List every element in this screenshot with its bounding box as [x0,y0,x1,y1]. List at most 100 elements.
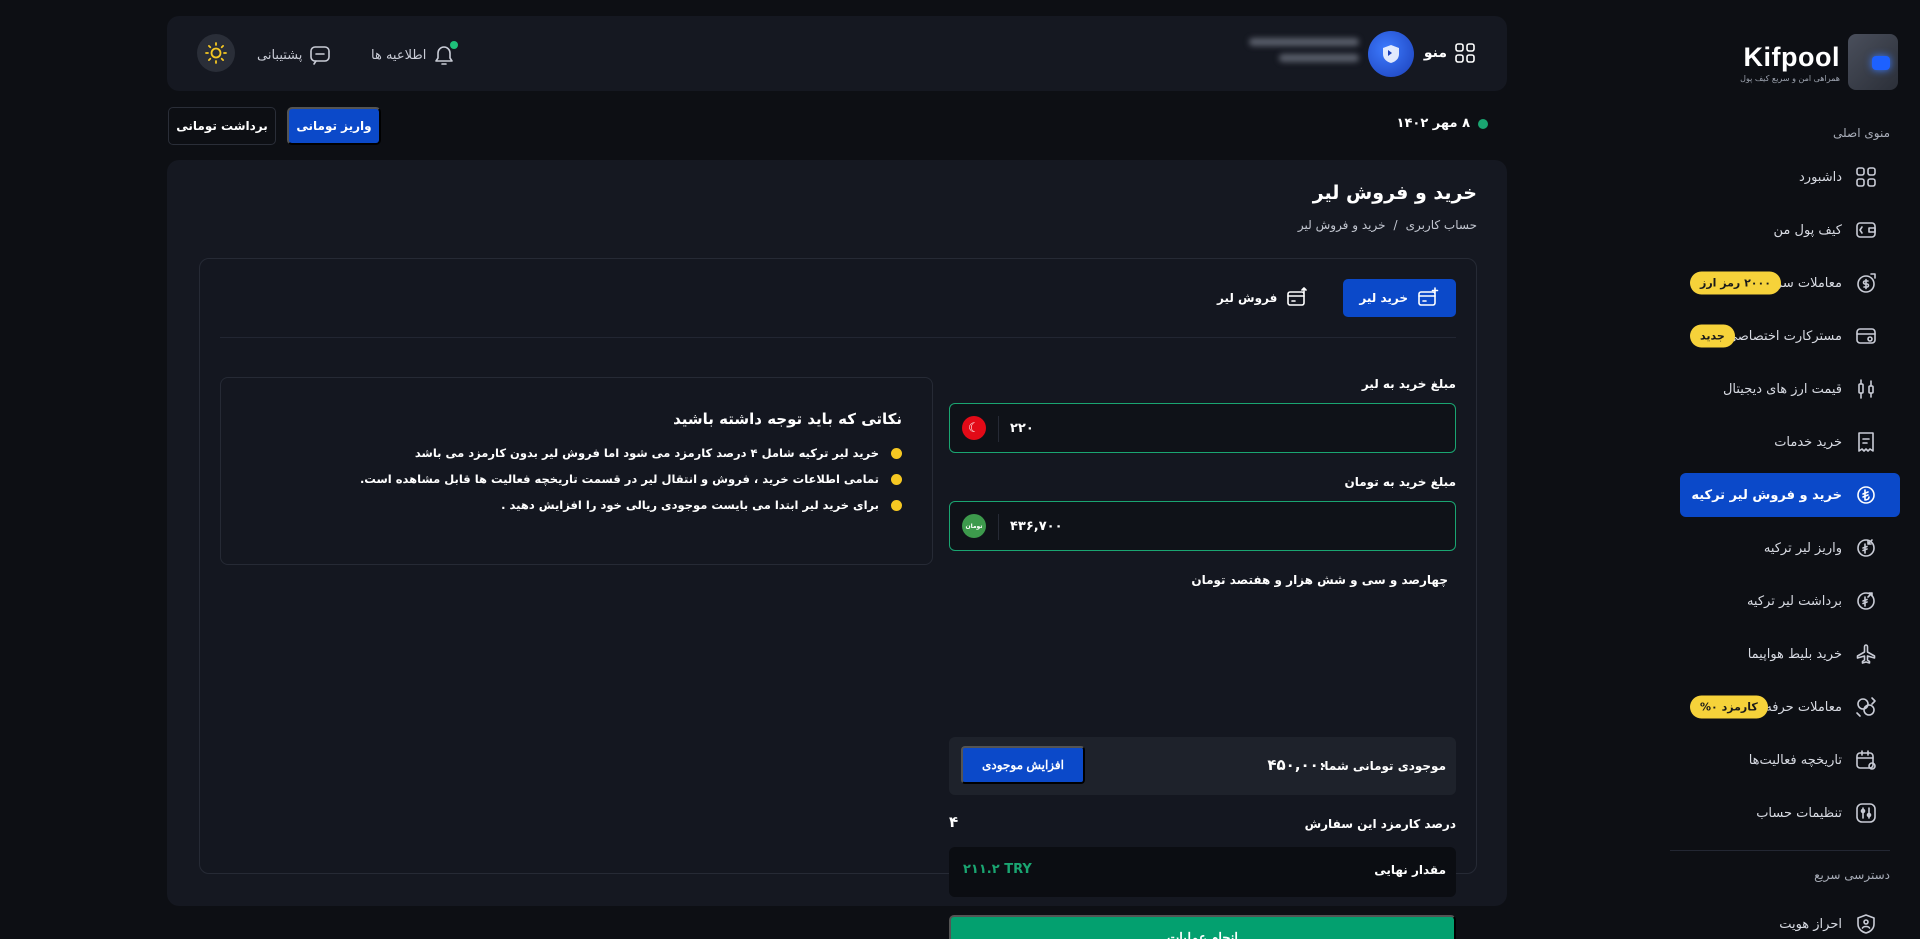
sidebar-item-lira-deposit[interactable]: واریز لیر ترکیه [1680,526,1900,570]
balance-box: موجودی تومانی شما: ۴۵۰,۰۰۰ افزایش موجودی [949,737,1456,795]
dollar-swap-icon [1854,271,1878,295]
card-upload-icon [1287,287,1308,306]
theme-toggle-button[interactable] [197,34,235,72]
chat-icon [310,46,331,65]
avatar[interactable] [1368,31,1414,77]
menu-label: منو [1423,45,1447,61]
sidebar-item-label: کیف پول من [1773,222,1842,238]
submit-label: انجام عملیات [1167,930,1238,939]
airplane-icon [1854,642,1878,666]
tab-sell-lira[interactable]: فروش لیر [1201,279,1325,317]
top-bar: منو پشتیبانی اطلاعیه ها [167,16,1507,91]
sidebar-item-pro-trade[interactable]: معاملات حرفه‌ای کارمزد ۰% [1680,685,1900,729]
sidebar-divider [1670,850,1890,851]
current-date: ۸ مهر ۱۴۰۲ [1396,116,1470,131]
settings-icon [1854,801,1878,825]
final-amount-label: مقدار نهایی [1374,863,1446,877]
note-text: تمامی اطلاعات خرید ، فروش و انتقال لیر د… [359,472,879,486]
sidebar-item-flight[interactable]: خرید بلیط هواپیما [1680,632,1900,676]
list-item: برای خرید لیر ابتدا می بایست موجودی ریال… [360,498,902,512]
amount-in-words: چهارصد و سی و شش هزار و هفتصد تومان [1191,573,1448,587]
brand-tagline: همراهی امن و سریع کیف پول [1740,74,1840,83]
toman-amount-field[interactable]: تومان [949,501,1456,551]
sidebar-item-mastercard[interactable]: مسترکارت اختصاصی جدید [1680,314,1900,358]
main-panel: خرید و فروش لیر حساب کاربری / خرید و فرو… [167,160,1507,939]
sidebar-item-label: مسترکارت اختصاصی [1726,328,1842,344]
sidebar-item-kyc[interactable]: احراز هویت [1680,904,1900,939]
card-icon [1854,324,1878,348]
final-amount-box: مقدار نهایی ۲۱۱.۲ TRY [949,847,1456,897]
brand-logo[interactable]: Kifpool همراهی امن و سریع کیف پول [1740,34,1898,94]
sidebar-section-quick: دسترسی سریع [1814,868,1890,882]
lira-amount-field[interactable] [949,403,1456,453]
page-title: خرید و فروش لیر [1312,182,1477,204]
calendar-icon [1854,748,1878,772]
pro-trade-icon [1854,695,1878,719]
sidebar: Kifpool همراهی امن و سریع کیف پول منوی ا… [1630,0,1920,939]
increase-balance-button[interactable]: افزایش موجودی [961,746,1085,784]
sidebar-item-wallet[interactable]: کیف پول من [1680,208,1900,252]
menu-button[interactable]: منو [1424,41,1477,65]
note-text: برای خرید لیر ابتدا می بایست موجودی ریال… [501,498,879,512]
lira-out-icon [1854,589,1878,613]
buy-form: مبلغ خرید به لیر مبلغ خرید به تومان توما… [949,377,1456,939]
sidebar-item-label: احراز هویت [1779,916,1842,932]
note-text: خرید لیر ترکیه شامل ۴ درصد کارمزد می شود… [414,446,879,460]
sidebar-item-history[interactable]: تاریخچه فعالیت‌ها [1680,738,1900,782]
submit-order-button[interactable]: انجام عملیات [949,915,1456,939]
breadcrumb-account[interactable]: حساب کاربری [1406,218,1477,232]
sidebar-item-crypto-prices[interactable]: قیمت ارز های دیجیتال [1680,367,1900,411]
sidebar-item-label: برداشت لیر ترکیه [1746,593,1842,609]
sun-icon [205,42,227,64]
crypto-count-badge: ۲۰۰۰ رمز ارز [1690,271,1781,295]
balance-value: ۴۵۰,۰۰۰ [1267,756,1328,774]
receipt-icon [1854,430,1878,454]
toman-withdraw-button[interactable]: برداشت تومانی [168,107,276,145]
breadcrumb: حساب کاربری / خرید و فروش لیر [1298,218,1477,232]
final-amount-value: ۲۱۱.۲ TRY [963,862,1032,877]
input-separator [998,514,999,540]
breadcrumb-current: خرید و فروش لیر [1297,218,1386,232]
sidebar-item-quick-trade[interactable]: معاملات سریع ۲۰۰۰ رمز ارز [1680,261,1900,305]
date-row: ۸ مهر ۱۴۰۲ [1397,116,1488,131]
bullet-icon [891,447,902,459]
grid-icon [1854,165,1878,189]
toman-currency-icon: تومان [962,514,986,538]
grid-icon [1455,43,1475,63]
lira-amount-input[interactable] [1010,404,1390,452]
sidebar-item-services[interactable]: خرید خدمات [1680,420,1900,464]
sidebar-item-lira-trade[interactable]: خرید و فروش لیر ترکیه [1680,473,1900,517]
lira-in-icon [1854,536,1878,560]
list-item: تمامی اطلاعات خرید ، فروش و انتقال لیر د… [360,472,902,486]
support-link[interactable]: پشتیبانی [257,43,332,67]
sidebar-item-label: داشبورد [1799,169,1842,185]
status-dot [1478,118,1488,129]
sidebar-item-label: تنظیمات حساب [1756,805,1842,821]
sidebar-item-settings[interactable]: تنظیمات حساب [1680,791,1900,835]
notifications-label: اطلاعیه ها [371,47,427,63]
sidebar-item-label: خرید بلیط هواپیما [1747,646,1842,662]
zero-fee-badge: کارمزد ۰% [1690,695,1768,719]
trade-tabs: خرید لیر فروش لیر [1201,279,1456,317]
balance-label: موجودی تومانی شما: [1319,759,1446,773]
user-info-blurred [1249,38,1359,72]
sidebar-item-label: تاریخچه فعالیت‌ها [1748,752,1842,768]
card-plus-icon [1418,287,1439,306]
input-separator [998,416,999,442]
turkey-flag-icon [962,416,986,440]
list-item: خرید لیر ترکیه شامل ۴ درصد کارمزد می شود… [360,446,902,460]
tab-buy-lira[interactable]: خرید لیر [1343,279,1456,317]
lira-trade-card: خرید لیر فروش لیر مبلغ خرید به لیر مبلغ … [199,258,1477,939]
sidebar-item-dashboard[interactable]: داشبورد [1680,155,1900,199]
bullet-icon [891,473,902,485]
sidebar-item-label: خرید خدمات [1774,434,1842,450]
notifications-link[interactable]: اطلاعیه ها [371,41,459,67]
fee-label: درصد کارمزد این سفارش [1304,817,1456,831]
toman-deposit-button[interactable]: واریز تومانی [287,107,381,145]
toman-amount-input[interactable] [1010,502,1390,550]
sidebar-section-main: منوی اصلی [1833,126,1890,140]
new-badge: جدید [1690,324,1735,348]
sidebar-item-lira-withdraw[interactable]: برداشت لیر ترکیه [1680,579,1900,623]
bell-icon [432,41,459,67]
brand-name: Kifpool [1743,42,1840,72]
